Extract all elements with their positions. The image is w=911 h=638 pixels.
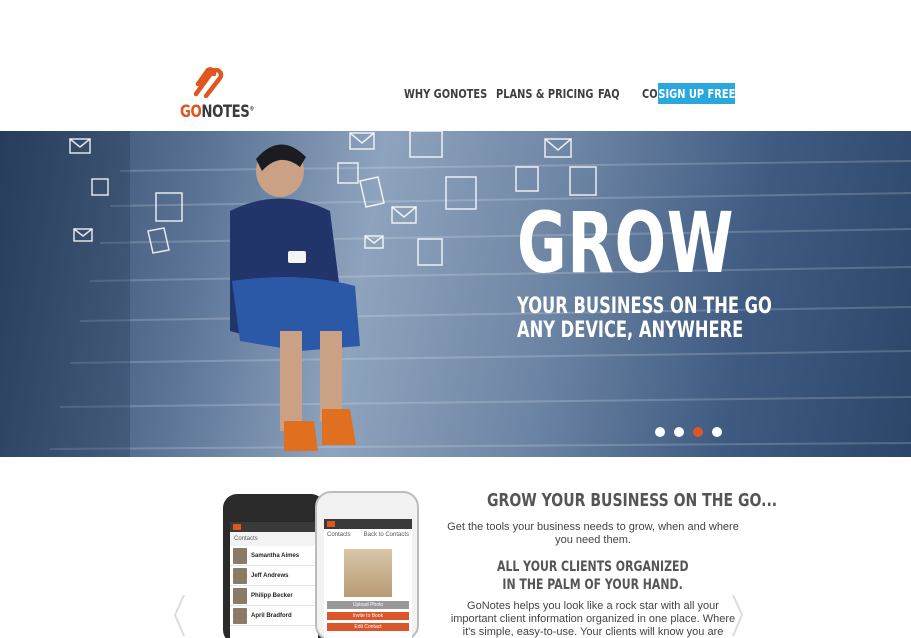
- contact-row: Jeff Andrews: [230, 566, 318, 586]
- subheading-line-1: ALL YOUR CLIENTS ORGANIZED: [497, 559, 689, 575]
- app-logo-icon: [233, 524, 241, 530]
- hero-subtitle-line-1: YOUR BUSINESS ON THE GO: [517, 294, 772, 319]
- slide-dot-3-active[interactable]: [693, 427, 703, 437]
- invite-to-book-button[interactable]: Invite to Book: [327, 612, 409, 620]
- phone-mockup-contacts-list: Contacts Samantha Aimes Jeff Andrews Phi…: [223, 494, 325, 638]
- edit-contact-button[interactable]: Edit Contact: [327, 623, 409, 631]
- slide-dot-2[interactable]: [674, 427, 684, 437]
- detail-header: Contacts Back to Contacts: [327, 532, 409, 538]
- section-body-text: GoNotes helps you look like a rock star …: [450, 600, 736, 638]
- upload-photo-button[interactable]: Upload Photo: [327, 601, 409, 609]
- sign-up-free-button[interactable]: SIGN UP FREE: [658, 83, 735, 104]
- app-logo-icon: [327, 521, 335, 527]
- paperclip-icon: [193, 67, 224, 98]
- section-heading: GROW YOUR BUSINESS ON THE GO...: [487, 490, 778, 511]
- phone-screen: Contacts Back to Contacts Upload Photo In…: [324, 519, 412, 638]
- gonotes-logo[interactable]: GONOTES®: [178, 64, 254, 126]
- contact-row: April Bradford: [230, 606, 318, 626]
- avatar: [233, 607, 247, 624]
- contact-photo: [344, 549, 392, 597]
- hero-background-image: [0, 131, 911, 457]
- contact-row: Samantha Aimes: [230, 546, 318, 566]
- hero-subtitle-line-2: ANY DEVICE, ANYWHERE: [517, 318, 744, 343]
- phone-mockup-contact-detail: Contacts Back to Contacts Upload Photo In…: [315, 491, 419, 638]
- logo-wordmark: GONOTES®: [180, 102, 254, 122]
- phone-screen: Contacts Samantha Aimes Jeff Andrews Phi…: [230, 522, 318, 638]
- nav-faq[interactable]: FAQ: [598, 87, 620, 101]
- features-section: Contacts Samantha Aimes Jeff Andrews Phi…: [0, 457, 911, 638]
- contact-row: Philipp Becker: [230, 586, 318, 606]
- section-intro-text: Get the tools your business needs to gro…: [447, 521, 739, 546]
- app-toolbar: [324, 519, 412, 529]
- site-header: GONOTES® WHY GONOTES PLANS & PRICING FAQ…: [0, 0, 911, 131]
- app-toolbar: [230, 522, 318, 532]
- chevron-left-icon[interactable]: [172, 593, 186, 638]
- nav-why-gonotes[interactable]: WHY GONOTES: [404, 87, 487, 101]
- subheading-line-2: IN THE PALM OF YOUR HAND.: [502, 577, 684, 593]
- avatar: [233, 547, 247, 564]
- slider-pagination: [655, 427, 731, 437]
- slide-dot-4[interactable]: [712, 427, 722, 437]
- nav-plans-pricing[interactable]: PLANS & PRICING: [496, 87, 594, 101]
- hero-slider: GROW YOUR BUSINESS ON THE GO ANY DEVICE,…: [0, 131, 911, 457]
- slide-dot-1[interactable]: [655, 427, 665, 437]
- avatar: [233, 587, 247, 604]
- contacts-header: Contacts: [230, 532, 318, 546]
- hero-title: GROW: [517, 194, 735, 292]
- avatar: [233, 567, 247, 584]
